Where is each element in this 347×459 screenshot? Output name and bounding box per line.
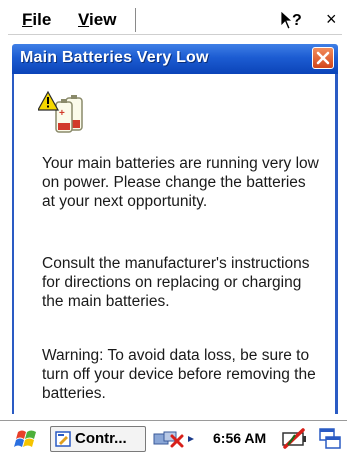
- message-paragraph: Your main batteries are running very low…: [42, 155, 319, 210]
- app-close-button[interactable]: ×: [326, 9, 337, 30]
- taskbar-app-button[interactable]: Contr...: [50, 426, 146, 452]
- windows-flag-icon[interactable]: [14, 426, 40, 452]
- menu-view[interactable]: View: [78, 10, 116, 30]
- dialog-right-border: [335, 74, 337, 414]
- instructions-paragraph: Consult the manufacturer's instructions …: [42, 255, 310, 310]
- left-frame: [0, 0, 6, 458]
- control-panel-icon: [55, 431, 71, 447]
- dialog-title-bar: Main Batteries Very Low: [12, 44, 338, 74]
- warning-paragraph: Warning: To avoid data loss, be sure to …: [42, 347, 316, 402]
- menu-file[interactable]: File: [22, 10, 51, 30]
- network-disconnected-icon[interactable]: [152, 428, 206, 450]
- battery-critical-icon[interactable]: [281, 427, 309, 451]
- dialog-close-button[interactable]: [312, 47, 334, 69]
- help-pointer-icon[interactable]: ?: [278, 9, 306, 31]
- right-frame: [341, 0, 347, 458]
- taskbar-app-label: Contr...: [75, 430, 127, 447]
- svg-text:+: +: [59, 108, 65, 119]
- battery-warning-icon: +: [38, 90, 83, 133]
- menu-bar: File View ? ×: [8, 6, 342, 35]
- svg-text:?: ?: [292, 12, 302, 29]
- taskbar: Contr... 6:56 AM: [0, 420, 347, 459]
- clock[interactable]: 6:56 AM: [213, 430, 266, 446]
- close-icon: [316, 51, 330, 65]
- window-switcher-icon[interactable]: [318, 427, 342, 451]
- dialog-title: Main Batteries Very Low: [20, 49, 209, 66]
- menu-separator: [135, 8, 136, 32]
- dialog-body: + Your main batteries are running very l…: [12, 74, 338, 414]
